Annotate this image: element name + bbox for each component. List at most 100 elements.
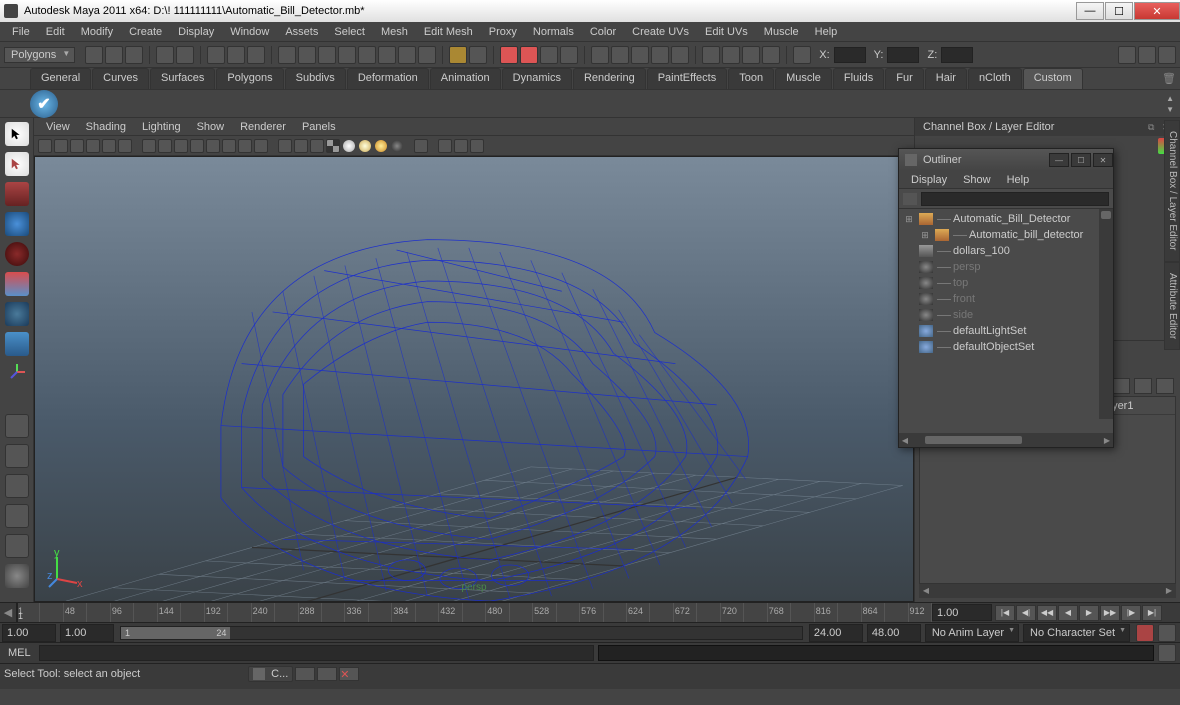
select-tool[interactable] [5, 122, 29, 146]
anim-layer-dropdown[interactable]: No Anim Layer [925, 624, 1019, 642]
layout-two-icon[interactable] [5, 474, 29, 498]
time-slider[interactable]: 1489614419224028833638443248052857662467… [16, 603, 931, 622]
menu-create-uvs[interactable]: Create UVs [624, 24, 697, 40]
vp-motion-icon[interactable] [438, 139, 452, 153]
select-object-icon[interactable] [227, 46, 245, 64]
playback-end-field[interactable] [809, 624, 863, 642]
outliner-menu-show[interactable]: Show [955, 173, 999, 187]
menu-create[interactable]: Create [121, 24, 170, 40]
menu-file[interactable]: File [4, 24, 38, 40]
outliner-list[interactable]: ⊞Automatic_Bill_Detector⊞Automatic_bill_… [899, 209, 1113, 433]
vp-menu-lighting[interactable]: Lighting [134, 120, 189, 134]
expand-icon[interactable]: ⊞ [919, 230, 931, 241]
uv-editor-icon[interactable] [742, 46, 760, 64]
layout-single-icon[interactable] [5, 414, 29, 438]
layer-scrollbar[interactable]: ◀ ▶ [919, 584, 1176, 598]
vp-xray-icon[interactable] [294, 139, 308, 153]
outliner-filter-icon[interactable] [903, 193, 917, 205]
vp-texture-icon[interactable] [310, 139, 324, 153]
shelf-delete-icon[interactable]: 🗑 [1166, 68, 1180, 89]
shelf-tab-animation[interactable]: Animation [430, 68, 501, 89]
play-forward-button[interactable]: ▶ [1079, 605, 1099, 621]
layer-move-down-icon[interactable] [1112, 378, 1130, 394]
vp-wireframe-icon[interactable] [238, 139, 252, 153]
vp-safe-action-icon[interactable] [206, 139, 220, 153]
vp-menu-panels[interactable]: Panels [294, 120, 344, 134]
outliner-search-input[interactable] [921, 192, 1109, 206]
close-button[interactable]: ✕ [1134, 2, 1180, 20]
axis-x-input[interactable] [834, 47, 866, 63]
vp-light-all-icon[interactable] [343, 140, 355, 152]
scale-tool[interactable] [5, 332, 29, 356]
snap-view-icon[interactable] [378, 46, 396, 64]
autokey-icon[interactable] [1136, 624, 1154, 642]
timeline-collapse-icon[interactable]: ◀ [0, 603, 16, 622]
outliner-item[interactable]: defaultObjectSet [899, 339, 1113, 355]
history-on-icon[interactable] [469, 46, 487, 64]
shelf-tab-dynamics[interactable]: Dynamics [502, 68, 572, 89]
outliner-item[interactable]: ⊞Automatic_bill_detector [899, 227, 1113, 243]
goto-end-button[interactable]: ▶| [1142, 605, 1162, 621]
render-settings-icon[interactable] [540, 46, 558, 64]
vp-menu-show[interactable]: Show [189, 120, 233, 134]
shelf-tab-polygons[interactable]: Polygons [216, 68, 283, 89]
scroll-left-icon[interactable]: ◀ [899, 436, 911, 445]
outliner-close-button[interactable]: ✕ [1093, 153, 1113, 167]
rotate-tool[interactable] [5, 302, 29, 326]
anim-end-field[interactable] [867, 624, 921, 642]
shelf-tab-hair[interactable]: Hair [925, 68, 967, 89]
goto-start-button[interactable]: |◀ [995, 605, 1015, 621]
menu-proxy[interactable]: Proxy [481, 24, 525, 40]
outliner-maximize-button[interactable]: ☐ [1071, 153, 1091, 167]
select-component-icon[interactable] [247, 46, 265, 64]
vp-safe-title-icon[interactable] [222, 139, 236, 153]
outliner-menu-display[interactable]: Display [903, 173, 955, 187]
snap-point-icon[interactable] [318, 46, 336, 64]
input-mode-icon[interactable] [591, 46, 609, 64]
snap-curve-icon[interactable] [298, 46, 316, 64]
module-selector[interactable]: Polygons [4, 47, 75, 63]
vp-light-default-icon[interactable] [359, 140, 371, 152]
shelf-collapse-up-icon[interactable]: ▲ [1166, 94, 1174, 103]
vp-menu-view[interactable]: View [38, 120, 78, 134]
menu-color[interactable]: Color [582, 24, 624, 40]
vp-lock-cam-icon[interactable] [54, 139, 68, 153]
task-close-button[interactable]: ✕ [339, 667, 359, 681]
menu-display[interactable]: Display [170, 24, 222, 40]
snap-grid-icon[interactable] [278, 46, 296, 64]
step-back-keyframe-button[interactable]: ◀| [1016, 605, 1036, 621]
shelf-tab-custom[interactable]: Custom [1023, 68, 1083, 89]
outliner-item[interactable]: ⊞Automatic_Bill_Detector [899, 211, 1113, 227]
layout-persp-icon[interactable] [5, 504, 29, 528]
vp-shaded-icon[interactable] [254, 139, 268, 153]
render-view-icon[interactable] [560, 46, 578, 64]
outliner-item[interactable]: top [899, 275, 1113, 291]
taskbar-item[interactable]: C... [248, 666, 293, 682]
sculpt-tool[interactable] [5, 212, 29, 236]
shelf-tab-rendering[interactable]: Rendering [573, 68, 646, 89]
numeric-input-icon[interactable] [793, 46, 811, 64]
vp-2d-pan-icon[interactable] [102, 139, 116, 153]
outliner-item[interactable]: front [899, 291, 1113, 307]
playback-start-field[interactable] [60, 624, 114, 642]
script-editor-button[interactable] [1158, 644, 1176, 662]
move-tool[interactable] [5, 272, 29, 296]
script-editor-icon[interactable] [762, 46, 780, 64]
step-back-button[interactable]: ◀◀ [1037, 605, 1057, 621]
graph-editor-icon[interactable] [671, 46, 689, 64]
current-frame-field[interactable] [932, 604, 992, 621]
shelf-tab-deformation[interactable]: Deformation [347, 68, 429, 89]
task-maximize-button[interactable] [317, 667, 337, 681]
vp-light-flat-icon[interactable] [375, 140, 387, 152]
shelf-tab-general[interactable]: General [30, 68, 91, 89]
shelf-tab-toon[interactable]: Toon [728, 68, 774, 89]
menu-edit-mesh[interactable]: Edit Mesh [416, 24, 481, 40]
menu-muscle[interactable]: Muscle [756, 24, 807, 40]
menu-edit[interactable]: Edit [38, 24, 73, 40]
menu-edit-uvs[interactable]: Edit UVs [697, 24, 756, 40]
hypergraph-icon[interactable] [722, 46, 740, 64]
vp-gate-mask-icon[interactable] [190, 139, 204, 153]
last-tool-icon[interactable] [5, 564, 29, 588]
maximize-button[interactable]: ☐ [1105, 2, 1133, 20]
outliner-scrollbar-h[interactable]: ◀ ▶ [899, 433, 1113, 447]
